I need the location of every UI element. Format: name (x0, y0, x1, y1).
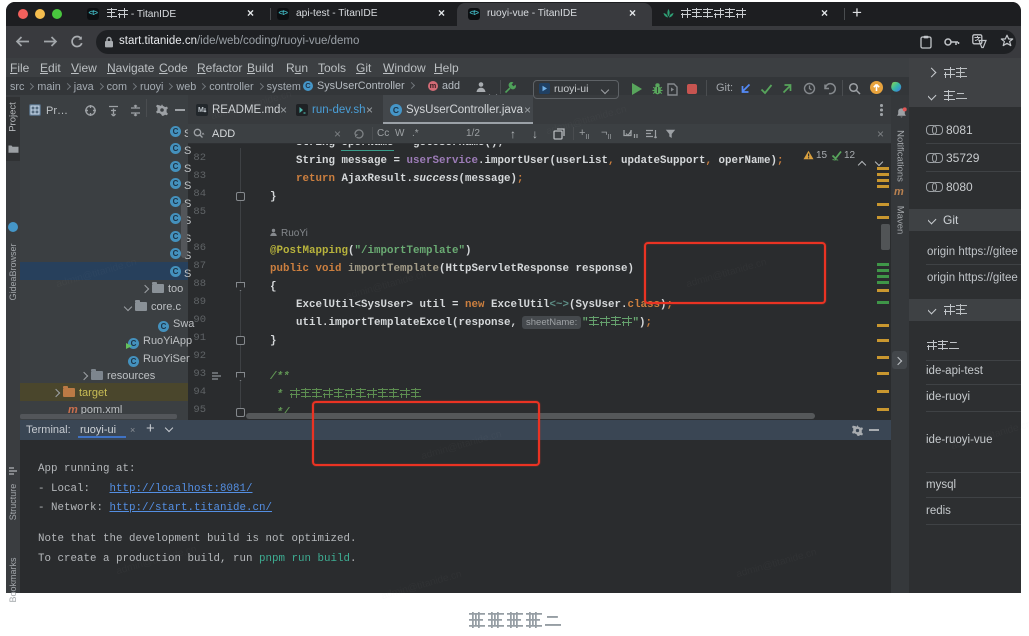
svg-text:M: M (198, 107, 204, 114)
